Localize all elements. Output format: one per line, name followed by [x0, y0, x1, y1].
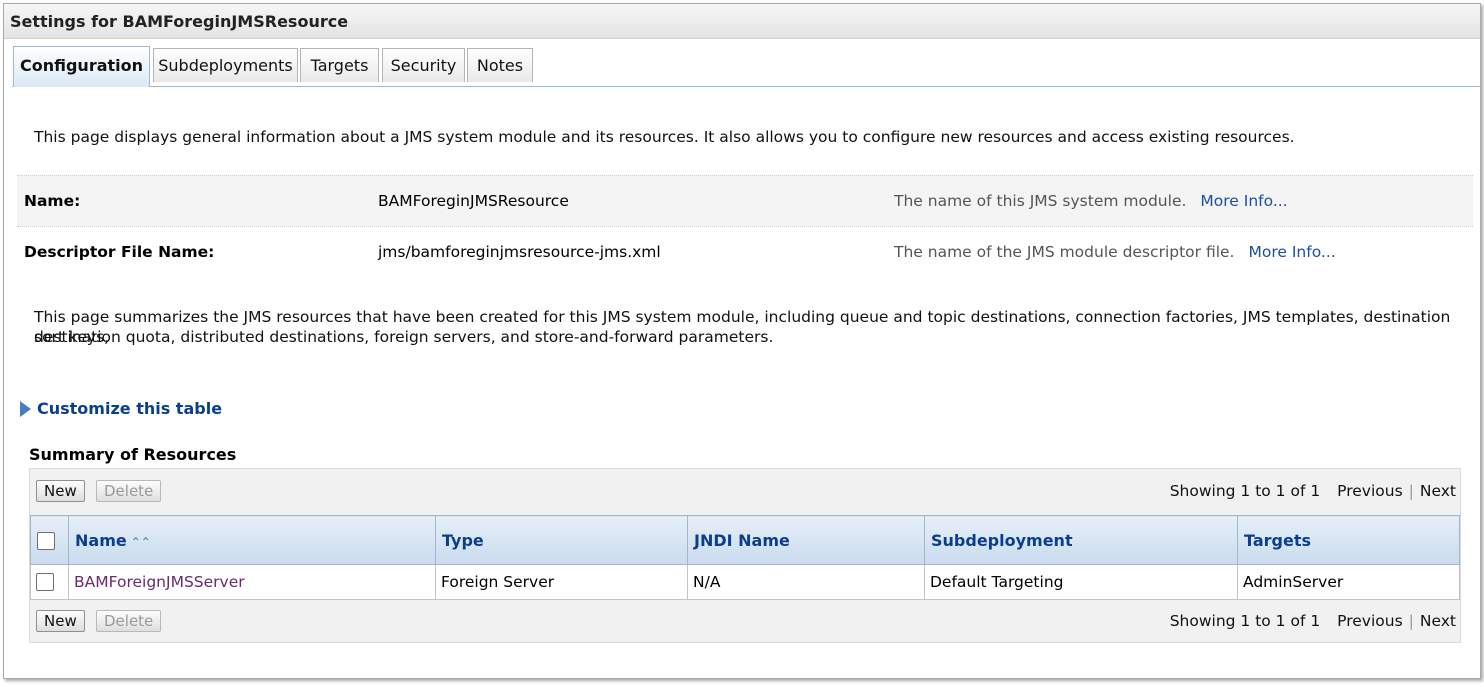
descriptor-more-info-link[interactable]: More Info... — [1248, 243, 1335, 261]
name-label: Name: — [24, 192, 81, 210]
title-bar: Settings for BAMForeginJMSResource — [4, 4, 1480, 39]
settings-panel: Settings for BAMForeginJMSResource Confi… — [3, 3, 1481, 679]
previous-link-top[interactable]: Previous — [1337, 482, 1403, 500]
column-name-label: Name — [75, 530, 127, 550]
resource-name-link[interactable]: BAMForeignJMSServer — [74, 573, 245, 591]
select-all-header — [30, 515, 69, 565]
tab-notes[interactable]: Notes — [467, 48, 533, 82]
summary-description-line-2: destination quota, distributed destinati… — [34, 328, 774, 346]
descriptor-help: The name of the JMS module descriptor fi… — [894, 243, 1336, 261]
delete-button-top[interactable]: Delete — [96, 480, 162, 502]
row-jndi-cell: N/A — [687, 564, 925, 600]
delete-button-bottom[interactable]: Delete — [96, 610, 162, 632]
name-more-info-link[interactable]: More Info... — [1200, 192, 1287, 210]
tab-subdeployments[interactable]: Subdeployments — [153, 48, 298, 82]
resources-table: Name ⌃⌃ Type JNDI Name Subdeployment Targ… — [30, 515, 1460, 600]
intro-text: This page displays general information a… — [34, 128, 1295, 146]
customize-table-link[interactable]: Customize this table — [20, 399, 222, 419]
showing-count-bottom: Showing 1 to 1 of 1 — [1169, 612, 1321, 630]
column-header-targets[interactable]: Targets — [1237, 515, 1460, 565]
expand-triangle-icon — [20, 401, 31, 417]
pager-bottom: Showing 1 to 1 of 1 Previous | Next — [1169, 612, 1456, 630]
name-help: The name of this JMS system module. More … — [894, 192, 1288, 210]
row-name-cell: BAMForeignJMSServer — [68, 564, 436, 600]
name-field-row: Name: BAMForeginJMSResource The name of … — [17, 175, 1473, 226]
table-row: BAMForeignJMSServer Foreign Server N/A D… — [30, 564, 1460, 600]
tab-security[interactable]: Security — [382, 48, 465, 82]
table-header-row: Name ⌃⌃ Type JNDI Name Subdeployment Targ… — [30, 515, 1460, 565]
descriptor-value: jms/bamforeginjmsresource-jms.xml — [378, 243, 661, 261]
row-type-cell: Foreign Server — [435, 564, 688, 600]
pager-top: Showing 1 to 1 of 1 Previous | Next — [1169, 482, 1456, 500]
resources-table-container: New Delete Showing 1 to 1 of 1 Previous |… — [29, 468, 1461, 643]
previous-link-bottom[interactable]: Previous — [1337, 612, 1403, 630]
tab-configuration[interactable]: Configuration — [13, 46, 150, 87]
column-header-subdeployment[interactable]: Subdeployment — [924, 515, 1238, 565]
customize-table-label: Customize this table — [37, 399, 223, 418]
column-header-jndi-name[interactable]: JNDI Name — [687, 515, 925, 565]
descriptor-label: Descriptor File Name: — [24, 243, 215, 261]
name-help-text: The name of this JMS system module. — [894, 192, 1187, 210]
tab-targets[interactable]: Targets — [300, 48, 379, 82]
summary-title: Summary of Resources — [29, 445, 237, 464]
row-checkbox[interactable] — [36, 573, 54, 592]
name-value: BAMForeginJMSResource — [378, 192, 569, 210]
new-button-bottom[interactable]: New — [36, 610, 85, 632]
next-link-top[interactable]: Next — [1420, 482, 1456, 500]
showing-count-top: Showing 1 to 1 of 1 — [1169, 482, 1321, 500]
row-targets-cell: AdminServer — [1237, 564, 1460, 600]
row-subdeployment-cell: Default Targeting — [924, 564, 1238, 600]
descriptor-field-row: Descriptor File Name: jms/bamforeginjmsr… — [17, 226, 1473, 277]
sort-ascending-icon[interactable]: ⌃⌃ — [131, 535, 151, 549]
new-button-top[interactable]: New — [36, 480, 85, 502]
column-header-type[interactable]: Type — [435, 515, 688, 565]
select-all-checkbox[interactable] — [37, 531, 55, 550]
next-link-bottom[interactable]: Next — [1420, 612, 1456, 630]
tab-strip: Configuration Subdeployments Targets Sec… — [12, 46, 1480, 87]
descriptor-help-text: The name of the JMS module descriptor fi… — [894, 243, 1235, 261]
page-title: Settings for BAMForeginJMSResource — [10, 12, 349, 31]
row-select-cell — [30, 564, 69, 600]
column-header-name[interactable]: Name ⌃⌃ — [68, 515, 436, 565]
